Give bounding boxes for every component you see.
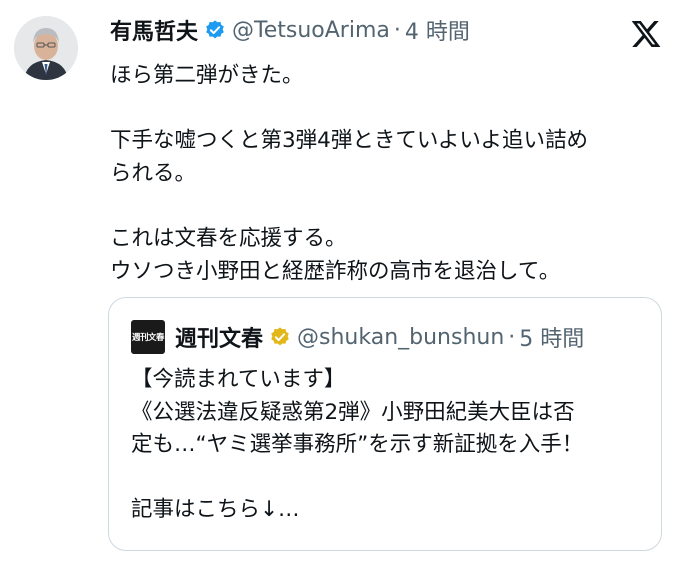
gold-verified-badge-icon [269, 326, 291, 348]
author-avatar[interactable] [14, 16, 78, 80]
quoted-tweet-text: 【今読まれています】 《公選法違反疑惑第2弾》小野田紀美大臣は否 定も…“ヤミ選… [131, 367, 584, 523]
quoted-tweet-card[interactable]: 週刊文春 週刊文春 @shukan_bunshun · 5 時間 【今読まれてい… [108, 297, 662, 551]
author-name[interactable]: 有馬哲夫 [110, 14, 198, 46]
x-logo-icon[interactable] [630, 18, 662, 50]
separator-dot: · [393, 17, 401, 43]
verified-badge-icon [204, 19, 226, 41]
quoted-author-handle[interactable]: @shukan_bunshun [297, 325, 504, 350]
quoted-tweet-header: 週刊文春 週刊文春 @shukan_bunshun · 5 時間 [131, 320, 584, 354]
tweet-header: 有馬哲夫 @TetsuoArima · 4 時間 [110, 14, 470, 46]
quoted-account-avatar[interactable]: 週刊文春 [131, 320, 165, 354]
avatar-image [14, 16, 78, 80]
quoted-tweet-timestamp[interactable]: 5 時間 [519, 321, 584, 353]
author-handle[interactable]: @TetsuoArima [232, 18, 390, 43]
tweet-timestamp[interactable]: 4 時間 [405, 14, 470, 46]
quoted-separator-dot: · [508, 324, 516, 350]
quoted-author-name[interactable]: 週刊文春 [175, 321, 263, 353]
tweet-text: ほら第二弾がきた。 下手な嘘つくと第3弾4弾ときていよいよ追い詰め られる。 こ… [110, 63, 589, 284]
